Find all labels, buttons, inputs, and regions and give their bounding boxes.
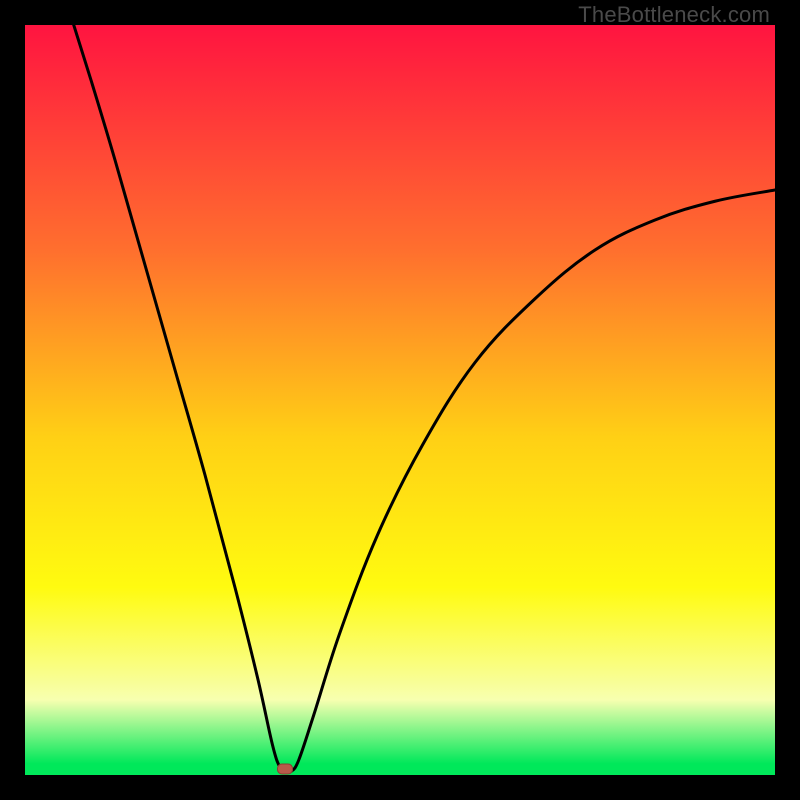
optimal-point-marker xyxy=(277,764,293,775)
gradient-background xyxy=(25,25,775,775)
chart-frame xyxy=(25,25,775,775)
